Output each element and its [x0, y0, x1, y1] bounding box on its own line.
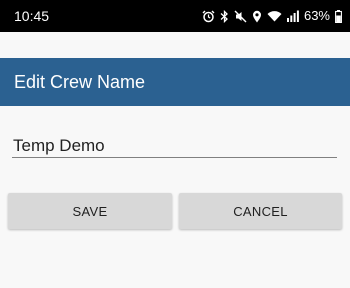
status-time: 10:45 — [14, 8, 50, 24]
mute-icon — [234, 10, 247, 22]
page-title: Edit Crew Name — [14, 72, 146, 92]
cancel-button[interactable]: CANCEL — [179, 193, 342, 229]
bluetooth-icon — [220, 9, 228, 23]
crew-name-input[interactable] — [12, 134, 337, 158]
alarm-icon — [202, 10, 215, 22]
battery-percent: 63% — [303, 8, 330, 23]
signal-icon — [286, 10, 299, 22]
save-button[interactable]: SAVE — [8, 193, 172, 229]
wifi-icon — [267, 11, 282, 22]
status-bar: 10:45 63% — [0, 0, 350, 32]
location-icon — [252, 10, 261, 22]
status-icons: 63% — [202, 7, 342, 25]
app-bar: Edit Crew Name — [0, 58, 350, 106]
battery-icon — [335, 9, 342, 23]
